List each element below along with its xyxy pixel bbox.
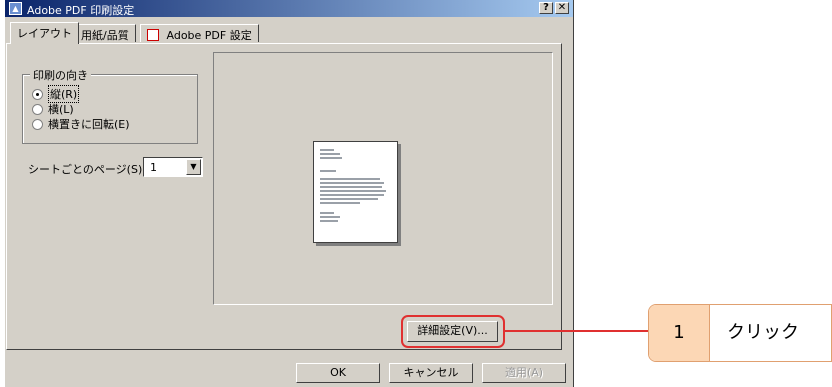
title-bar: ▲ Adobe PDF 印刷設定 ? ✕: [5, 0, 573, 17]
step-callout: 1 クリック: [648, 304, 832, 362]
pages-per-sheet-select[interactable]: 1 ▼: [143, 157, 203, 177]
orientation-portrait-option[interactable]: 縦(R): [32, 85, 80, 103]
preview-line: [320, 149, 334, 151]
tab-layout-label: レイアウト: [17, 27, 72, 40]
callout-step-number: 1: [649, 305, 710, 361]
preview-line: [320, 182, 384, 184]
radio-landscape[interactable]: [32, 103, 43, 115]
radio-portrait[interactable]: [32, 88, 43, 100]
pages-per-sheet-value: 1: [150, 161, 157, 174]
preview-line: [320, 202, 360, 204]
tab-layout[interactable]: レイアウト: [10, 22, 79, 44]
advanced-button-highlight: [401, 315, 505, 348]
chevron-down-icon[interactable]: ▼: [186, 159, 201, 175]
tab-adobe-pdf-settings[interactable]: Adobe PDF 設定: [140, 24, 259, 42]
cancel-button[interactable]: キャンセル: [389, 363, 473, 383]
printer-app-icon: ▲: [9, 2, 22, 15]
preview-line: [320, 157, 342, 159]
preview-line: [320, 153, 340, 155]
preview-line: [320, 220, 338, 222]
radio-rotated[interactable]: [32, 118, 43, 130]
ok-button[interactable]: OK: [296, 363, 380, 383]
tab-adobe-pdf-settings-label: Adobe PDF 設定: [166, 29, 252, 42]
preview-line: [320, 178, 380, 180]
orientation-group-label: 印刷の向き: [30, 67, 91, 83]
preview-line: [320, 190, 386, 192]
preview-line: [320, 216, 340, 218]
callout-connector-line: [505, 330, 650, 332]
apply-button[interactable]: 適用(A): [482, 363, 566, 383]
pdf-icon: [147, 29, 159, 41]
tab-paper-quality-label: 用紙/品質: [81, 29, 129, 42]
orientation-rotated-option[interactable]: 横置きに回転(E): [32, 117, 130, 131]
preview-line: [320, 198, 378, 200]
preview-line: [320, 194, 384, 196]
window-title: Adobe PDF 印刷設定: [27, 4, 135, 17]
orientation-rotated-label: 横置きに回転(E): [48, 118, 130, 131]
pages-per-sheet-label: シートごとのページ(S):: [28, 163, 146, 176]
preview-line: [320, 170, 336, 172]
preview-line: [320, 212, 334, 214]
help-button[interactable]: ?: [539, 2, 553, 14]
orientation-landscape-label: 横(L): [48, 103, 74, 116]
orientation-landscape-option[interactable]: 横(L): [32, 102, 74, 116]
callout-text: クリック: [727, 322, 799, 343]
close-button[interactable]: ✕: [555, 2, 569, 14]
preview-line: [320, 186, 382, 188]
paper-preview-icon: [313, 141, 398, 243]
tab-paper-quality[interactable]: 用紙/品質: [74, 24, 136, 42]
